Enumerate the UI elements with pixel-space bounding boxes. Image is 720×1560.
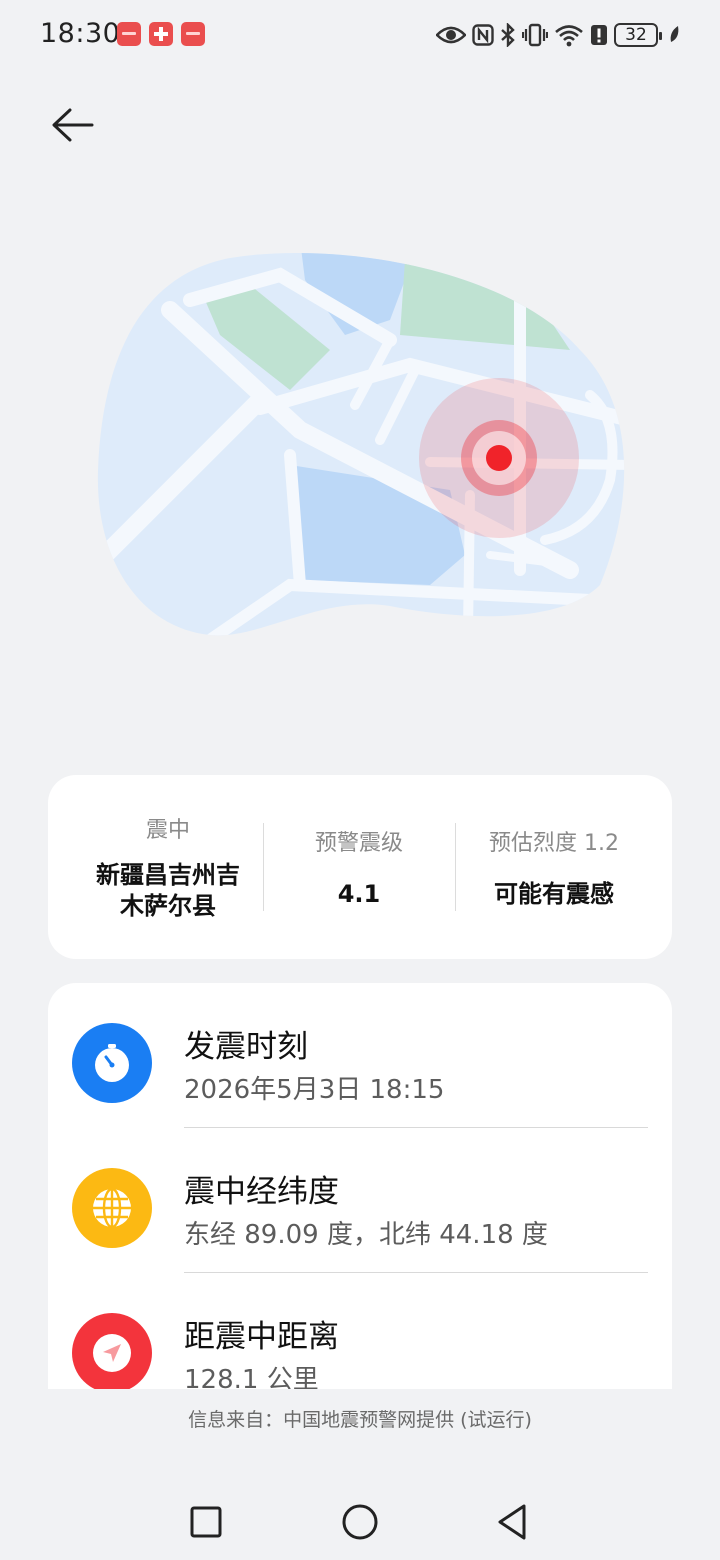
epicenter-dot [486, 445, 512, 471]
wifi-icon [555, 25, 583, 47]
distance-title: 距震中距离 [184, 1319, 339, 1355]
status-time: 18:30 [40, 18, 121, 49]
epicenter-map-illustration [97, 252, 625, 636]
magnitude-value: 4.1 [337, 879, 381, 908]
globe-icon [72, 1168, 152, 1248]
home-icon [342, 1504, 378, 1540]
epicenter-line1: 新疆昌吉州吉 [96, 861, 240, 889]
recent-apps-icon [190, 1506, 222, 1538]
epicenter-line2: 木萨尔县 [120, 892, 216, 920]
nav-back-button[interactable] [490, 1500, 534, 1544]
list-item-origin-time: 发震时刻 2026年5月3日 18:15 [48, 983, 672, 1128]
clock-icon [72, 1023, 152, 1103]
battery-icon: 32 [614, 23, 662, 47]
vibrate-icon [522, 23, 548, 47]
status-icons: 32 [436, 18, 682, 52]
battery-level: 32 [625, 25, 647, 45]
back-button[interactable] [48, 100, 98, 150]
health-cross-icon [149, 22, 173, 46]
app-notification-icon [117, 22, 141, 46]
alert-icon [591, 25, 607, 45]
data-source-note: 信息来自：中国地震预警网提供 (试运行) [188, 1409, 532, 1431]
status-bar: 18:30 32 [0, 0, 720, 70]
earthquake-details-card: 发震时刻 2026年5月3日 18:15 震中经纬度 东经 89.09 度，北纬… [48, 983, 672, 1389]
list-item-coordinates: 震中经纬度 东经 89.09 度，北纬 44.18 度 [48, 1128, 672, 1273]
earthquake-summary-card: 震中 新疆昌吉州吉 木萨尔县 预警震级 4.1 预估烈度 1.2 可能有震感 [48, 775, 672, 959]
epicenter-label: 震中 [145, 818, 190, 843]
coordinates-title: 震中经纬度 [184, 1174, 339, 1210]
system-nav-bar [0, 1480, 720, 1560]
coordinates-value: 东经 89.09 度，北纬 44.18 度 [184, 1220, 548, 1250]
intensity-value: 可能有震感 [494, 879, 614, 908]
bluetooth-icon [501, 23, 515, 47]
home-button[interactable] [338, 1500, 382, 1544]
intensity-section: 预估烈度 1.2 可能有震感 [456, 775, 652, 959]
back-triangle-icon [498, 1504, 526, 1540]
magnitude-label: 预警震级 [314, 830, 403, 856]
magnitude-section: 预警震级 4.1 [264, 775, 454, 959]
recent-apps-button[interactable] [184, 1500, 228, 1544]
arrow-left-icon [52, 108, 94, 142]
intensity-label: 预估烈度 1.2 [489, 830, 619, 856]
nfc-icon [472, 24, 494, 46]
epicenter-value: 新疆昌吉州吉 木萨尔县 [96, 860, 240, 922]
app-notification-icon [181, 22, 205, 46]
leaf-icon [670, 26, 679, 42]
location-arrow-icon [72, 1313, 152, 1389]
origin-time-value: 2026年5月3日 18:15 [184, 1075, 445, 1105]
list-item-distance: 距震中距离 128.1 公里 [48, 1273, 672, 1389]
origin-time-title: 发震时刻 [184, 1029, 308, 1065]
distance-value: 128.1 公里 [184, 1365, 319, 1389]
epicenter-section: 震中 新疆昌吉州吉 木萨尔县 [78, 775, 258, 959]
eye-icon [436, 26, 466, 44]
